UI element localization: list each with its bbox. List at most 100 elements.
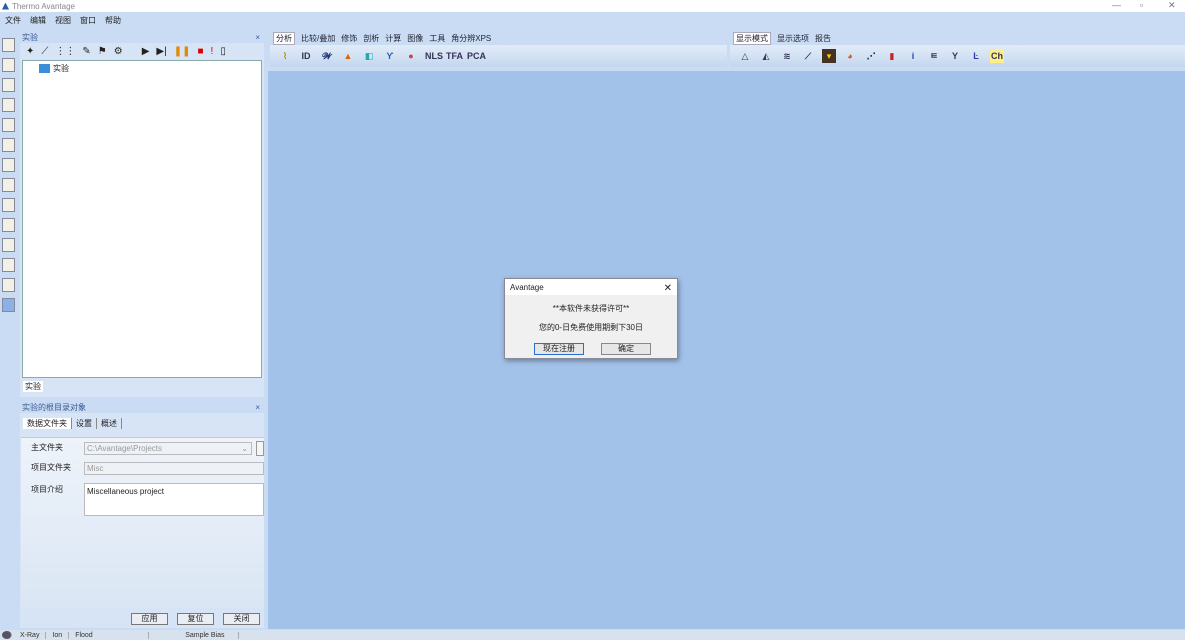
- pie-icon[interactable]: ◕: [843, 49, 857, 63]
- tab-overview[interactable]: 概述: [97, 418, 122, 429]
- step-icon[interactable]: ▶|: [156, 46, 166, 57]
- fit-icon[interactable]: 𝓦: [320, 49, 334, 63]
- tab-compare[interactable]: 比较/叠加: [301, 33, 335, 44]
- tab-settings[interactable]: 设置: [72, 418, 97, 429]
- expand-icon[interactable]: [2, 298, 15, 312]
- menu-file[interactable]: 文件: [5, 15, 21, 26]
- overlay-icon[interactable]: ◧: [362, 49, 376, 63]
- peak-icon[interactable]: ▲: [341, 49, 355, 63]
- play-icon[interactable]: ▶: [142, 46, 150, 57]
- experiment-panel: 实验 × ✦ ⟋ ⋮⋮ ✎ ⚑ ⚙ ▶ ▶| ❚❚ ■ ! ▯ 实验 实验: [20, 32, 264, 397]
- grid-icon[interactable]: ⋮⋮: [55, 46, 75, 57]
- settings-icon[interactable]: ⚙: [114, 46, 123, 57]
- spectrum-icon[interactable]: [2, 138, 15, 152]
- tab-display-mode[interactable]: 显示模式: [733, 32, 771, 45]
- status-bar: X-Ray Ion Flood Sample Bias: [0, 630, 1185, 640]
- chemical-icon[interactable]: ϒ: [383, 49, 397, 63]
- grid-icon[interactable]: [2, 198, 15, 212]
- ok-button[interactable]: 确定: [601, 343, 651, 355]
- save-icon[interactable]: [2, 98, 15, 112]
- tab-profile[interactable]: 剖析: [363, 33, 379, 44]
- tree-item[interactable]: 实验: [39, 63, 69, 74]
- project-folder-input[interactable]: Misc: [84, 462, 264, 475]
- project-folder-label: 项目文件夹: [31, 463, 71, 472]
- spectrum-view-icon[interactable]: △: [738, 49, 752, 63]
- pause-icon[interactable]: ❚❚: [174, 46, 191, 57]
- new-icon[interactable]: [2, 38, 15, 52]
- energy-axis-icon[interactable]: ㅌ: [927, 49, 941, 63]
- reset-button[interactable]: 复位: [177, 613, 214, 625]
- tab-data-folder[interactable]: 数据文件夹: [23, 418, 72, 429]
- channel-icon[interactable]: Ch: [990, 49, 1004, 63]
- stop-icon[interactable]: ■: [197, 46, 203, 57]
- info-icon[interactable]: i: [906, 49, 920, 63]
- project-desc-textarea[interactable]: Miscellaneous project: [84, 483, 264, 516]
- alert-icon[interactable]: !: [211, 46, 214, 57]
- chevron-down-icon: ⌄: [241, 444, 248, 453]
- chart-dark-icon[interactable]: ▾: [822, 49, 836, 63]
- element-icon[interactable]: [2, 178, 15, 192]
- library-icon[interactable]: [2, 78, 15, 92]
- restore-button[interactable]: ▫: [1140, 0, 1143, 10]
- apply-button[interactable]: 应用: [131, 613, 168, 625]
- dialog-close-button[interactable]: ✕: [664, 283, 672, 294]
- pen-icon[interactable]: ✎: [82, 46, 90, 57]
- tab-arxps[interactable]: 角分辨XPS: [451, 33, 491, 44]
- analysis-ribbon: 分析 比较/叠加 修饰 剖析 计算 图像 工具 角分辨XPS ⌇ ID 𝓦 ▲ …: [270, 32, 727, 71]
- license-message: **本软件未获得许可**: [552, 304, 630, 313]
- main-folder-value: C:\Avantage\Projects: [87, 444, 163, 453]
- tab-label: 实验: [25, 382, 41, 391]
- register-button[interactable]: 现在注册: [534, 343, 584, 355]
- nls-icon[interactable]: NLS: [425, 49, 443, 63]
- monitor-icon[interactable]: [2, 278, 15, 292]
- status-flood: Flood: [69, 631, 150, 639]
- tab-calculate[interactable]: 计算: [385, 33, 401, 44]
- spectrum-3d-icon[interactable]: ⟋: [801, 49, 815, 63]
- open-icon[interactable]: [2, 58, 15, 72]
- xy-icon[interactable]: Y: [948, 49, 962, 63]
- main-folder-select[interactable]: C:\Avantage\Projects ⌄: [84, 442, 252, 455]
- workspace: [268, 71, 1185, 629]
- minimize-button[interactable]: —: [1112, 0, 1121, 10]
- bar-icon[interactable]: ▮: [885, 49, 899, 63]
- status-ion: Ion: [46, 631, 70, 639]
- menu-help[interactable]: 帮助: [105, 15, 121, 26]
- dialog-title: Avantage: [510, 283, 544, 292]
- microscope-icon[interactable]: [2, 158, 15, 172]
- print-icon[interactable]: [2, 118, 15, 132]
- trial-message: 您的0-日免费使用期剩下30日: [538, 323, 643, 332]
- table-icon[interactable]: [2, 218, 15, 232]
- close-icon[interactable]: ×: [255, 403, 260, 412]
- menu-edit[interactable]: 编辑: [30, 15, 46, 26]
- instrument-icon[interactable]: [2, 238, 15, 252]
- tab-modify[interactable]: 修饰: [341, 33, 357, 44]
- mixture-icon[interactable]: ●: [404, 49, 418, 63]
- add-icon[interactable]: ✦: [26, 46, 34, 57]
- app-title: Thermo Avantage: [12, 1, 76, 11]
- scatter-icon[interactable]: ⋰: [864, 49, 878, 63]
- tab-analysis[interactable]: 分析: [273, 32, 295, 45]
- browse-button[interactable]: [256, 441, 264, 456]
- peak-id-icon[interactable]: ⌇: [278, 49, 292, 63]
- tab-experiment[interactable]: 实验: [23, 381, 43, 392]
- tab-report[interactable]: 报告: [815, 33, 831, 44]
- pca-icon[interactable]: PCA: [467, 49, 486, 63]
- project-desc-label: 项目介绍: [31, 485, 63, 494]
- tab-display-options[interactable]: 显示选项: [777, 33, 809, 44]
- spectrum-stack-icon[interactable]: ≋: [780, 49, 794, 63]
- tfa-icon[interactable]: TFA: [446, 49, 463, 63]
- close-button[interactable]: ✕: [1168, 0, 1176, 11]
- close-panel-button[interactable]: 关闭: [223, 613, 260, 625]
- close-icon[interactable]: ×: [255, 33, 260, 42]
- menu-view[interactable]: 视图: [55, 15, 71, 26]
- menu-window[interactable]: 窗口: [80, 15, 96, 26]
- line-icon[interactable]: ⟋: [41, 46, 48, 57]
- tab-tools[interactable]: 工具: [429, 33, 445, 44]
- tab-image[interactable]: 图像: [407, 33, 423, 44]
- book-icon[interactable]: ▯: [220, 46, 226, 57]
- spectrum-fill-icon[interactable]: ◭: [759, 49, 773, 63]
- depth-profile-icon[interactable]: Ŀ: [969, 49, 983, 63]
- delete-icon[interactable]: [2, 258, 15, 272]
- filter-icon[interactable]: ⚑: [98, 46, 107, 57]
- id-icon[interactable]: ID: [299, 49, 313, 63]
